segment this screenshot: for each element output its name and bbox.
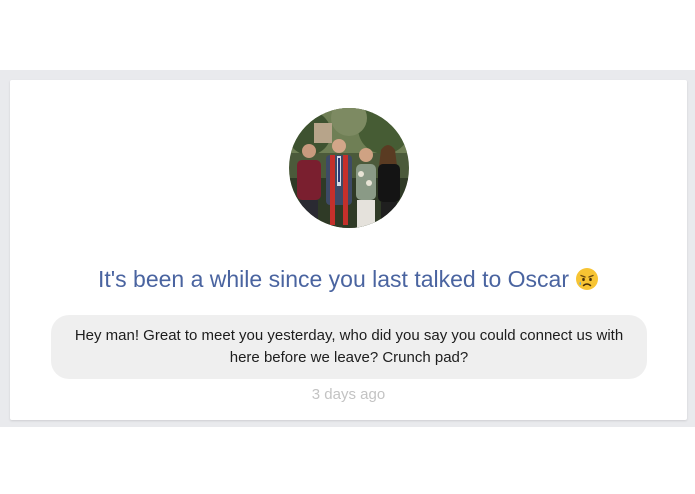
message-timestamp: 3 days ago	[311, 386, 386, 403]
last-message-text: Hey man! Great to meet you yesterday, wh…	[74, 327, 624, 366]
contact-avatar[interactable]	[289, 108, 409, 228]
reconnect-card: It's been a while since you last talked …	[10, 80, 687, 420]
last-message-bubble[interactable]: Hey man! Great to meet you yesterday, wh…	[51, 315, 647, 379]
reconnect-headline: It's been a while since you last talked …	[10, 266, 687, 297]
disappointed-face-icon	[575, 267, 599, 297]
headline-text: It's been a while since you last talked …	[97, 266, 570, 292]
group-photo-image	[289, 108, 409, 228]
